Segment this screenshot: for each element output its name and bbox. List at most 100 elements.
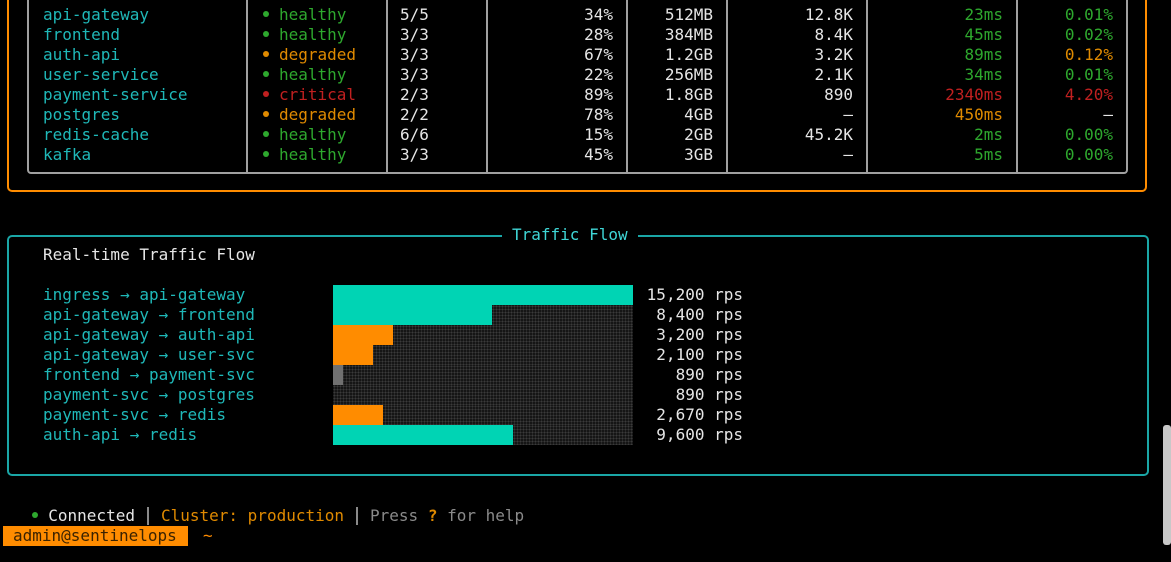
traffic-rps-value: 9,600 rps: [656, 425, 743, 444]
prompt-directory: ~: [203, 526, 213, 545]
traffic-flow-label: frontend → payment-svc: [43, 365, 255, 384]
cpu-cell: 89%: [584, 85, 613, 104]
table-row[interactable]: frontend healthy 3/3 28% 384MB 8.4K 45ms 0.02%: [0, 25, 1171, 45]
traffic-bar-fill: [333, 305, 492, 325]
traffic-rps-value: 890 rps: [675, 385, 743, 404]
traffic-bar-track: [333, 405, 633, 425]
memory-cell: 256MB: [664, 65, 713, 84]
help-suffix: for help: [447, 506, 525, 525]
cpu-cell: 45%: [584, 145, 613, 164]
latency-cell: 2340ms: [945, 85, 1003, 104]
error-rate-cell: 0.12%: [1064, 45, 1113, 64]
status-dot-icon: [263, 90, 269, 97]
table-row[interactable]: user-service healthy 3/3 22% 256MB 2.1K 34ms 0.…: [0, 65, 1171, 85]
rps-cell: 8.4K: [814, 25, 853, 44]
traffic-rps-value: 2,670 rps: [656, 405, 743, 424]
traffic-bar-fill: [333, 365, 343, 385]
replicas-cell: 3/3: [400, 65, 429, 84]
traffic-bar-track: [333, 285, 633, 305]
table-row[interactable]: payment-service critical 2/3 89% 1.8GB 890 234…: [0, 85, 1171, 105]
memory-cell: 1.8GB: [664, 85, 713, 104]
table-row[interactable]: postgres degraded 2/2 78% 4GB — 450ms —: [0, 105, 1171, 125]
traffic-bar-track: [333, 365, 633, 385]
latency-cell: 89ms: [964, 45, 1003, 64]
latency-cell: 34ms: [964, 65, 1003, 84]
replicas-cell: 5/5: [400, 5, 429, 24]
status-badge: critical: [263, 85, 356, 105]
table-row[interactable]: kafka healthy 3/3 45% 3GB — 5ms 0.00%: [0, 145, 1171, 165]
status-dot-icon: [263, 150, 269, 157]
status-dot-icon: [263, 10, 269, 17]
service-name: auth-api: [43, 45, 121, 64]
service-name: redis-cache: [43, 125, 149, 144]
rps-cell: 3.2K: [814, 45, 853, 64]
table-row[interactable]: redis-cache healthy 6/6 15% 2GB 45.2K 2ms 0.00%: [0, 125, 1171, 145]
cpu-cell: 22%: [584, 65, 613, 84]
status-separator: [146, 506, 149, 525]
traffic-rps-value: 3,200 rps: [656, 325, 743, 344]
status-bar: Connected Cluster: production Press ? for …: [13, 486, 524, 526]
status-badge: healthy: [263, 5, 346, 25]
traffic-rps-value: 15,200 rps: [646, 285, 743, 304]
traffic-bar-fill: [333, 325, 393, 345]
replicas-cell: 6/6: [400, 125, 429, 144]
traffic-flow-label: payment-svc → postgres: [43, 385, 255, 404]
memory-cell: 512MB: [664, 5, 713, 24]
rps-cell: 12.8K: [804, 5, 853, 24]
status-text: degraded: [279, 45, 357, 64]
traffic-bar-track: [333, 345, 633, 365]
traffic-flow-label: ingress → api-gateway: [43, 285, 246, 304]
status-text: healthy: [279, 125, 347, 144]
traffic-bar-track: [333, 305, 633, 325]
traffic-bar-fill: [333, 285, 633, 305]
service-name: api-gateway: [43, 5, 149, 24]
error-rate-cell: 0.00%: [1064, 145, 1113, 164]
traffic-bar-track: [333, 325, 633, 345]
status-dot-icon: [263, 110, 269, 117]
status-text: healthy: [279, 25, 347, 44]
traffic-flow-label: api-gateway → auth-api: [43, 325, 255, 344]
cpu-cell: 34%: [584, 5, 613, 24]
status-text: degraded: [279, 105, 357, 124]
replicas-cell: 2/2: [400, 105, 429, 124]
rps-cell: —: [843, 105, 853, 124]
replicas-cell: 3/3: [400, 145, 429, 164]
status-dot-icon: [263, 50, 269, 57]
traffic-bar-track: [333, 385, 633, 405]
status-text: healthy: [279, 65, 347, 84]
status-badge: healthy: [263, 65, 346, 85]
replicas-cell: 3/3: [400, 25, 429, 44]
error-rate-cell: 0.00%: [1064, 125, 1113, 144]
traffic-flow-label: payment-svc → redis: [43, 405, 227, 424]
traffic-bar-fill: [333, 405, 383, 425]
cpu-cell: 28%: [584, 25, 613, 44]
status-badge: healthy: [263, 145, 346, 165]
traffic-flow-label: api-gateway → frontend: [43, 305, 255, 324]
replicas-cell: 2/3: [400, 85, 429, 104]
service-name: frontend: [43, 25, 121, 44]
memory-cell: 1.2GB: [664, 45, 713, 64]
traffic-flow-label: auth-api → redis: [43, 425, 198, 444]
status-dot-icon: [263, 30, 269, 37]
service-name: postgres: [43, 105, 121, 124]
service-name: user-service: [43, 65, 159, 84]
help-prefix: Press: [370, 506, 419, 525]
memory-cell: 4GB: [684, 105, 713, 124]
status-dot-icon: [263, 70, 269, 77]
table-row[interactable]: api-gateway healthy 5/5 34% 512MB 12.8K 23ms 0.…: [0, 5, 1171, 25]
latency-cell: 2ms: [974, 125, 1003, 144]
status-badge: degraded: [263, 105, 356, 125]
scrollbar-thumb[interactable]: [1163, 425, 1171, 545]
memory-cell: 3GB: [684, 145, 713, 164]
table-row[interactable]: auth-api degraded 3/3 67% 1.2GB 3.2K 89ms 0.12%: [0, 45, 1171, 65]
connection-status-icon: [32, 511, 39, 518]
traffic-bar-fill: [333, 345, 373, 365]
connection-status: Connected: [48, 506, 135, 525]
traffic-bar-fill: [333, 425, 513, 445]
rps-cell: 45.2K: [804, 125, 853, 144]
status-dot-icon: [263, 130, 269, 137]
cluster-label: Cluster:: [160, 506, 239, 525]
status-text: healthy: [279, 145, 347, 164]
status-separator: [356, 506, 358, 525]
traffic-rps-value: 890 rps: [675, 365, 743, 384]
